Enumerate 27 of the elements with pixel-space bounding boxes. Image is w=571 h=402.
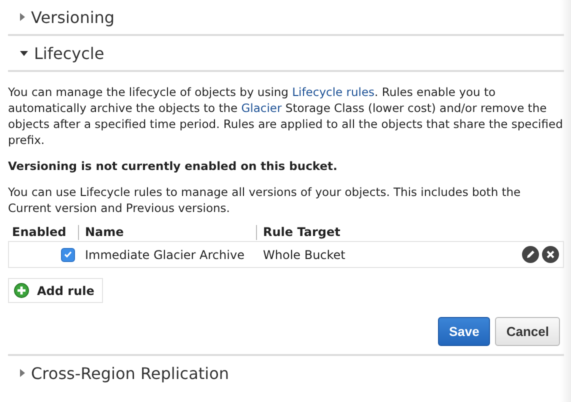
section-header[interactable]: Versioning	[8, 0, 564, 36]
table-cell-text: Whole Bucket	[262, 246, 346, 262]
add-rule-button[interactable]: Add rule	[8, 278, 104, 303]
cancel-button[interactable]: Cancel	[495, 317, 560, 346]
save-button[interactable]: Save	[438, 317, 490, 346]
column-header: Rule Target	[256, 225, 340, 240]
help-link[interactable]: Lifecycle rules	[292, 85, 375, 99]
description-text: You can manage the lifecycle of objects by using Lifecycle rules. Rules enable you to automatically archive the objects to the Glacier Storage Class (lower cost) and/or remove the objects after a specified time period. Rules are applied to all the objects that share the specified prefix.	[8, 84, 564, 148]
section-header[interactable]: Cross-Region Replication	[8, 356, 564, 390]
column-header: Name	[78, 225, 124, 240]
table-cell-text: Immediate Glacier Archive	[84, 246, 244, 262]
checkmark-icon	[64, 251, 72, 258]
collapse-arrow-icon[interactable]	[20, 50, 28, 56]
column-header: Enabled	[12, 225, 66, 240]
help-link[interactable]: Glacier	[241, 101, 282, 115]
edit-icon[interactable]	[522, 246, 539, 263]
section-header[interactable]: Lifecycle	[8, 36, 564, 72]
section-title: Cross-Region Replication	[31, 364, 230, 382]
plus-icon	[14, 283, 29, 298]
expand-arrow-icon[interactable]	[20, 369, 25, 377]
delete-icon[interactable]	[542, 246, 559, 263]
warning-text: Versioning is not currently enabled on this bucket.	[8, 158, 338, 174]
section-title: Versioning	[31, 8, 115, 26]
info-text: You can use Lifecycle rules to manage all versions of your objects. This includes both the Current version and Previous versions.	[8, 184, 522, 216]
enabled-checkbox[interactable]	[61, 248, 75, 262]
expand-arrow-icon[interactable]	[20, 13, 25, 21]
section-title: Lifecycle	[34, 44, 104, 62]
